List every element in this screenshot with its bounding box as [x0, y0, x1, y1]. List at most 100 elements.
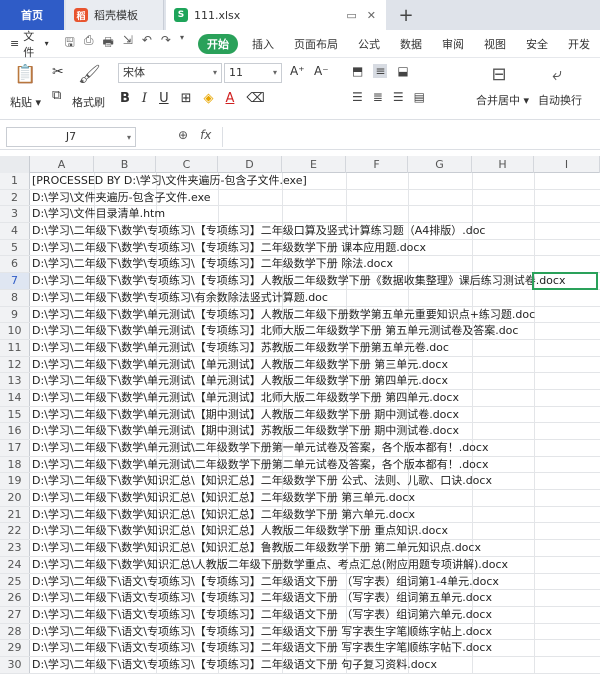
cell-a[interactable]: D:\学习\二年级下\数学\专项练习\【专项练习】二年级数学下册 课本应用题.d… [32, 240, 426, 256]
border-icon[interactable]: ⊞ [181, 91, 192, 106]
cell-a[interactable]: D:\学习\二年级下\数学\单元测试\二年级数学下册第一单元试卷及答案，各个版本… [32, 440, 488, 456]
row-number[interactable]: 29 [0, 640, 30, 656]
align-left-icon[interactable]: ☰ [352, 90, 363, 104]
row-number[interactable]: 24 [0, 556, 30, 573]
font-family-select[interactable]: 宋体 ▾ [118, 63, 222, 83]
cell-a[interactable]: D:\学习\二年级下\数学\专项练习\【专项练习】人教版二年级数学下册《数据收集… [32, 273, 565, 289]
wrap-text-button[interactable]: 自动换行 [538, 92, 582, 108]
column-header-b[interactable]: B [94, 156, 156, 173]
cell-a[interactable]: D:\学习\二年级下\数学\知识汇总\【知识汇总】人教版二年级数学下册 重点知识… [32, 523, 448, 539]
menu-tab-formulas[interactable]: 公式 [348, 36, 390, 52]
row-number[interactable]: 23 [0, 540, 30, 556]
row-number[interactable]: 30 [0, 656, 30, 673]
cell-a[interactable]: D:\学习\二年级下\数学\单元测试\【期中测试】人教版二年级数学下册 期中测试… [32, 407, 459, 423]
row-number[interactable]: 8 [0, 289, 30, 306]
row-number[interactable]: 7 [0, 273, 30, 289]
cell-a[interactable]: D:\学习\二年级下\数学\知识汇总\【知识汇总】二年级数学下册 公式、法则、儿… [32, 473, 492, 489]
row-number[interactable]: 22 [0, 523, 30, 540]
align-right-icon[interactable]: ☰ [393, 90, 404, 104]
row-number[interactable]: 28 [0, 623, 30, 640]
cell-a[interactable]: D:\学习\二年级下\数学\专项练习\【专项练习】二年级数学下册 除法.docx [32, 256, 393, 272]
cell-a[interactable]: D:\学习\二年级下\数学\知识汇总\【知识汇总】二年级数学下册 第三单元.do… [32, 490, 415, 506]
fill-color-icon[interactable]: ◈ [203, 91, 213, 106]
row-number[interactable]: 15 [0, 406, 30, 423]
row-number[interactable]: 17 [0, 440, 30, 456]
row-number[interactable]: 19 [0, 473, 30, 490]
cell-a[interactable]: D:\学习\二年级下\数学\单元测试\二年级数学下册第二单元试卷及答案，各个版本… [32, 457, 488, 473]
close-tab-icon[interactable]: ✕ [367, 9, 376, 22]
align-middle-icon[interactable]: ≡ [373, 64, 388, 78]
row-number[interactable]: 14 [0, 389, 30, 406]
justify-icon[interactable]: ▤ [414, 90, 425, 104]
more-icon[interactable]: ▾ [180, 33, 184, 54]
cell-a[interactable]: D:\学习\二年级下\数学\知识汇总\【知识汇总】二年级数学下册 第六单元.do… [32, 507, 415, 523]
formula-input[interactable] [222, 127, 596, 147]
menu-tab-insert[interactable]: 插入 [242, 36, 284, 52]
row-number[interactable]: 2 [0, 189, 30, 206]
cell-a[interactable]: D:\学习\二年级下\语文\专项练习\【专项练习】二年级语文下册 写字表生字笔顺… [32, 640, 492, 656]
cell-a[interactable]: D:\学习\二年级下\数学\知识汇总\人教版二年级下册数学重点、考点汇总(附应用… [32, 557, 508, 573]
cell-a[interactable]: D:\学习\二年级下\数学\单元测试\【专项练习】苏教版二年级数学下册第五单元卷… [32, 340, 449, 356]
format-painter-button[interactable]: 格式刷 [72, 94, 105, 110]
menu-tab-review[interactable]: 审阅 [432, 36, 474, 52]
redo-icon[interactable]: ↷ [161, 33, 171, 54]
row-number[interactable]: 5 [0, 239, 30, 256]
grow-font-icon[interactable]: A⁺ [290, 64, 305, 78]
cell-a[interactable]: D:\学习\二年级下\数学\知识汇总\【知识汇总】鲁教版二年级数学下册 第二单元… [32, 540, 481, 556]
column-header-a[interactable]: A [30, 156, 94, 173]
cell-a[interactable]: D:\学习\文件夹遍历-包含子文件.exe [32, 190, 211, 206]
bold-icon[interactable]: B [120, 91, 130, 106]
format-painter-icon[interactable]: 🖌 [78, 64, 101, 86]
cell-a[interactable]: D:\学习\二年级下\语文\专项练习\【专项练习】二年级语文下册 （写字表）组词… [32, 607, 492, 623]
row-number[interactable]: 10 [0, 323, 30, 339]
cell-a[interactable]: D:\学习\二年级下\语文\专项练习\【专项练习】二年级语文下册 （写字表）组词… [32, 574, 499, 590]
row-number[interactable]: 11 [0, 339, 30, 356]
column-header-c[interactable]: C [156, 156, 218, 173]
merge-center-icon[interactable]: ⊟ [488, 64, 510, 86]
italic-icon[interactable]: I [142, 91, 147, 106]
menu-tab-developer[interactable]: 开发 [558, 36, 600, 52]
column-header-f[interactable]: F [346, 156, 408, 173]
row-number[interactable]: 3 [0, 206, 30, 223]
print-preview-icon[interactable]: ⎙ [84, 33, 94, 54]
fx-icon[interactable]: fx [200, 128, 211, 142]
column-header-h[interactable]: H [472, 156, 534, 173]
cell-a[interactable]: D:\学习\二年级下\语文\专项练习\【专项练习】二年级语文下册 句子复习资料.… [32, 657, 437, 673]
menu-tab-data[interactable]: 数据 [390, 36, 432, 52]
font-color-icon[interactable]: A [225, 91, 234, 106]
row-number[interactable]: 6 [0, 256, 30, 273]
row-number[interactable]: 13 [0, 373, 30, 389]
cut-icon[interactable]: ✂ [52, 64, 64, 80]
cell-a[interactable]: D:\学习\二年级下\语文\专项练习\【专项练习】二年级语文下册 （写字表）组词… [32, 590, 492, 606]
align-center-icon[interactable]: ≣ [373, 90, 383, 104]
cell-a[interactable]: D:\学习\二年级下\数学\单元测试\【单元测试】北师大版二年级数学下册 第四单… [32, 390, 459, 406]
save-icon[interactable]: 🖫 [65, 33, 75, 54]
column-header-i[interactable]: I [534, 156, 600, 173]
menu-tab-page-layout[interactable]: 页面布局 [284, 36, 348, 52]
export-icon[interactable]: ⇲ [123, 33, 133, 54]
row-number[interactable]: 21 [0, 506, 30, 523]
cell-a[interactable]: D:\学习\文件目录清单.htm [32, 206, 165, 222]
select-all-corner[interactable] [0, 156, 30, 173]
row-number[interactable]: 12 [0, 356, 30, 373]
file-menu[interactable]: ≡ 文件 ▾ [0, 28, 57, 60]
tab-spreadsheet[interactable]: S 111.xlsx ▭ ✕ [166, 0, 386, 30]
wrap-text-icon[interactable]: ⤶ [546, 64, 568, 86]
cell-a[interactable]: D:\学习\二年级下\数学\单元测试\【单元测试】人教版二年级数学下册 第四单元… [32, 373, 448, 389]
menu-tab-security[interactable]: 安全 [516, 36, 558, 52]
paste-icon[interactable]: 📋 [14, 64, 36, 86]
row-number[interactable]: 25 [0, 573, 30, 590]
zoom-icon[interactable]: ⊕ [178, 128, 188, 142]
paste-button[interactable]: 粘贴 ▾ [10, 94, 41, 110]
cell-a[interactable]: D:\学习\二年级下\数学\单元测试\【专项练习】北师大版二年级数学下册 第五单… [32, 323, 518, 339]
cell-a[interactable]: D:\学习\二年级下\数学\专项练习\【专项练习】二年级口算及竖式计算练习题（A… [32, 223, 485, 239]
font-size-select[interactable]: 11 ▾ [224, 63, 282, 83]
cell-a[interactable]: D:\学习\二年级下\数学\专项练习\有余数除法竖式计算题.doc [32, 290, 328, 306]
row-number[interactable]: 20 [0, 490, 30, 506]
selected-cell[interactable] [532, 272, 598, 291]
name-box[interactable]: J7 ▾ [6, 127, 136, 147]
copy-icon[interactable]: ⧉ [52, 88, 61, 103]
tab-home[interactable]: 首页 [0, 0, 64, 30]
print-icon[interactable]: 🖶 [102, 33, 113, 54]
row-number[interactable]: 26 [0, 590, 30, 606]
